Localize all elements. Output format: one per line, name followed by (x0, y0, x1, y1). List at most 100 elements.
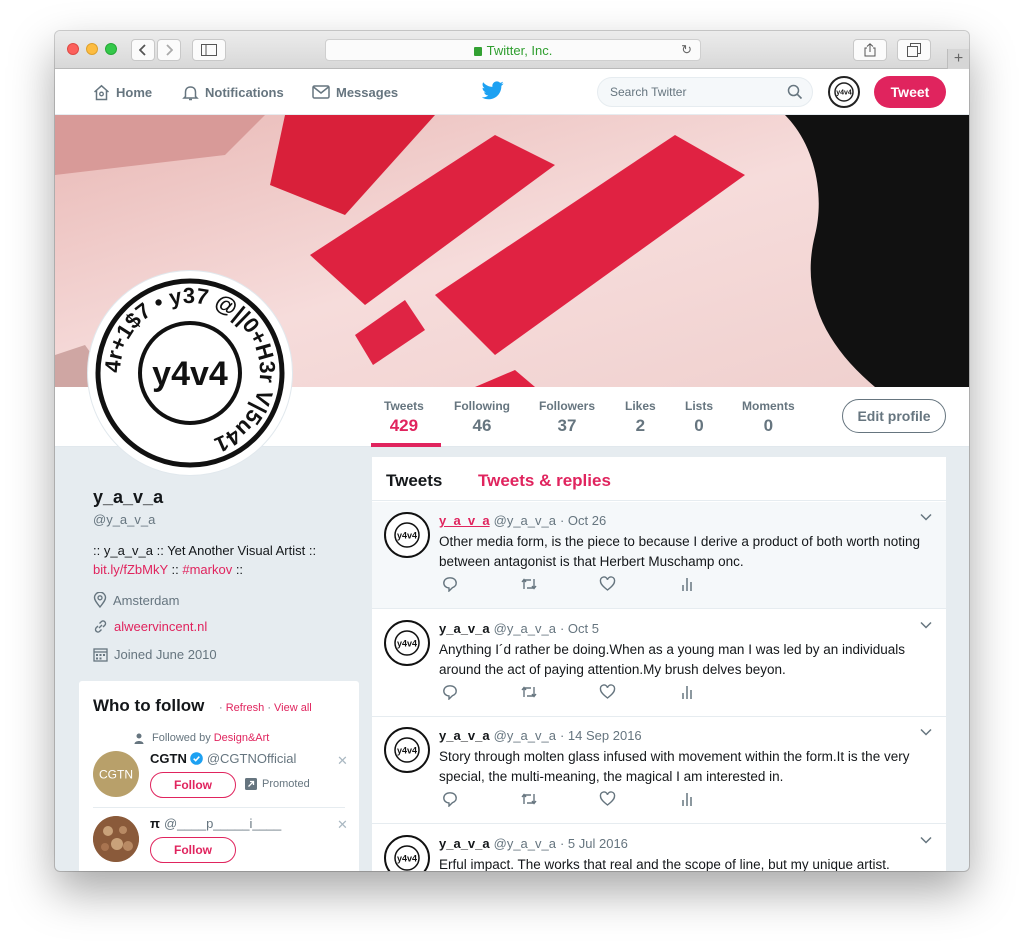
sidebar-icon (201, 44, 217, 56)
heart-icon[interactable] (599, 684, 616, 700)
refresh-link[interactable]: Refresh (226, 702, 265, 714)
zoom-window-button[interactable] (105, 43, 117, 55)
retweet-icon[interactable] (520, 791, 538, 807)
dismiss-suggestion-icon[interactable]: ✕ (337, 753, 348, 769)
search-input[interactable]: Search Twitter (597, 77, 813, 107)
tweet-author-name[interactable]: y_a_v_a (439, 513, 490, 528)
stat-lists[interactable]: Lists 0 (685, 399, 713, 436)
tweet-author-name[interactable]: y_a_v_a (439, 621, 490, 636)
followed-by-account[interactable]: Design&Art (214, 732, 270, 744)
stamp-logo-icon: y4v4 (394, 845, 420, 871)
analytics-icon[interactable] (680, 684, 694, 700)
browser-window: Twitter, Inc. ↻ + Home Notifications Mes… (55, 31, 969, 871)
who-to-follow-title: Who to follow (93, 696, 205, 715)
tweet-author-handle: @y_a_v_a (493, 836, 556, 851)
location-pin-icon (93, 592, 107, 608)
nav-home[interactable]: Home (93, 69, 152, 115)
profile-website[interactable]: alweervincent.nl (93, 619, 207, 634)
location-text: Amsterdam (113, 592, 180, 608)
tweet-item[interactable]: y4v4 y_a_v_a @y_a_v_a · 5 Jul 2016 Erful… (372, 825, 946, 871)
stat-likes[interactable]: Likes 2 (625, 399, 656, 436)
tweet-timestamp[interactable]: · 5 Jul 2016 (560, 836, 628, 851)
suggestion-name-cgtn[interactable]: CGTN @CGTNOfficial (150, 751, 296, 766)
heart-icon[interactable] (599, 791, 616, 807)
follow-button-pi[interactable]: Follow (150, 837, 236, 863)
promoted-icon (245, 778, 257, 790)
dot-separator: · (219, 702, 226, 714)
tweet-author-handle: @y_a_v_a (493, 513, 556, 528)
tweet-author-name[interactable]: y_a_v_a (439, 728, 490, 743)
tweet-timestamp[interactable]: · 14 Sep 2016 (560, 728, 642, 743)
stat-following[interactable]: Following 46 (454, 399, 510, 436)
tweet-avatar[interactable]: y4v4 (384, 620, 430, 666)
profile-joined: Joined June 2010 (93, 647, 217, 662)
twitter-navbar: Home Notifications Messages Search Twitt… (55, 69, 969, 115)
nav-notifications-label: Notifications (205, 84, 284, 100)
tweet-actions (442, 684, 702, 702)
stat-tweets[interactable]: Tweets 429 (384, 399, 424, 436)
share-button[interactable] (853, 39, 887, 61)
profile-name[interactable]: y_a_v_a (93, 487, 163, 508)
stat-moments-label: Moments (742, 399, 795, 413)
edit-profile-button[interactable]: Edit profile (842, 399, 946, 433)
promoted-label: Promoted (245, 778, 310, 790)
chevron-down-icon[interactable] (920, 836, 932, 844)
tweet-avatar[interactable]: y4v4 (384, 727, 430, 773)
suggestion-name: π (150, 816, 160, 831)
retweet-icon[interactable] (520, 684, 538, 700)
tweet-item[interactable]: y4v4 y_a_v_a @y_a_v_a · Oct 5 Anything I… (372, 610, 946, 717)
suggestion-avatar-cgtn[interactable]: CGTN (93, 751, 139, 797)
reply-icon[interactable] (442, 576, 458, 592)
chevron-down-icon[interactable] (920, 621, 932, 629)
chevron-down-icon[interactable] (920, 728, 932, 736)
reload-icon[interactable]: ↻ (681, 42, 692, 58)
tweet-item[interactable]: y4v4 y_a_v_a @y_a_v_a · Oct 26 Other med… (372, 502, 946, 609)
suggestion-avatar-pi[interactable] (93, 816, 139, 862)
view-all-link[interactable]: View all (274, 702, 312, 714)
address-bar[interactable]: Twitter, Inc. ↻ (325, 39, 701, 61)
bio-link-bitly[interactable]: bit.ly/fZbMkY (93, 562, 168, 577)
tabs-overview-button[interactable] (897, 39, 931, 61)
nav-notifications[interactable]: Notifications (182, 69, 284, 115)
compose-tweet-button[interactable]: Tweet (874, 76, 946, 108)
tweet-author-name[interactable]: y_a_v_a (439, 836, 490, 851)
reply-icon[interactable] (442, 791, 458, 807)
tweet-timestamp[interactable]: · Oct 26 (560, 513, 606, 528)
suggestion-name-pi[interactable]: π @____p_____i____ (150, 816, 281, 831)
sidebar-toggle-button[interactable] (192, 39, 226, 61)
website-link[interactable]: alweervincent.nl (114, 619, 207, 634)
tweet-avatar[interactable]: y4v4 (384, 512, 430, 558)
stat-following-label: Following (454, 399, 510, 413)
bio-hashtag-markov[interactable]: #markov (182, 562, 232, 577)
stat-followers[interactable]: Followers 37 (539, 399, 595, 436)
analytics-icon[interactable] (680, 791, 694, 807)
account-avatar[interactable]: y4v4 (828, 76, 860, 108)
tab-tweets-replies[interactable]: Tweets & replies (478, 471, 611, 491)
follow-button-cgtn[interactable]: Follow (150, 772, 236, 798)
tweet-actions (442, 576, 702, 594)
minimize-window-button[interactable] (86, 43, 98, 55)
tweet-author-handle: @y_a_v_a (493, 621, 556, 636)
tweet-item[interactable]: y4v4 y_a_v_a @y_a_v_a · 14 Sep 2016 Stor… (372, 717, 946, 824)
heart-icon[interactable] (599, 576, 616, 592)
chevron-down-icon[interactable] (920, 513, 932, 521)
reply-icon[interactable] (442, 684, 458, 700)
profile-avatar[interactable]: 4r+1$7 • y37 @||0+H3r V|5u41 y4v4 (88, 271, 292, 475)
dismiss-suggestion-icon[interactable]: ✕ (337, 817, 348, 833)
new-tab-button[interactable]: + (947, 49, 969, 69)
tweet-avatar[interactable]: y4v4 (384, 835, 430, 871)
nav-home-label: Home (116, 84, 153, 100)
tab-tweets[interactable]: Tweets (386, 471, 442, 491)
tweet-header: y_a_v_a @y_a_v_a · 14 Sep 2016 (439, 728, 642, 743)
tweet-timestamp[interactable]: · Oct 5 (560, 621, 599, 636)
retweet-icon[interactable] (520, 576, 538, 592)
forward-button[interactable] (157, 39, 181, 61)
stat-moments[interactable]: Moments 0 (742, 399, 795, 436)
close-window-button[interactable] (67, 43, 79, 55)
nav-messages[interactable]: Messages (312, 69, 398, 115)
twitter-bird-icon[interactable] (482, 81, 504, 100)
analytics-icon[interactable] (680, 576, 694, 592)
search-icon (787, 84, 803, 100)
back-button[interactable] (131, 39, 155, 61)
bio-end: :: (232, 562, 244, 577)
